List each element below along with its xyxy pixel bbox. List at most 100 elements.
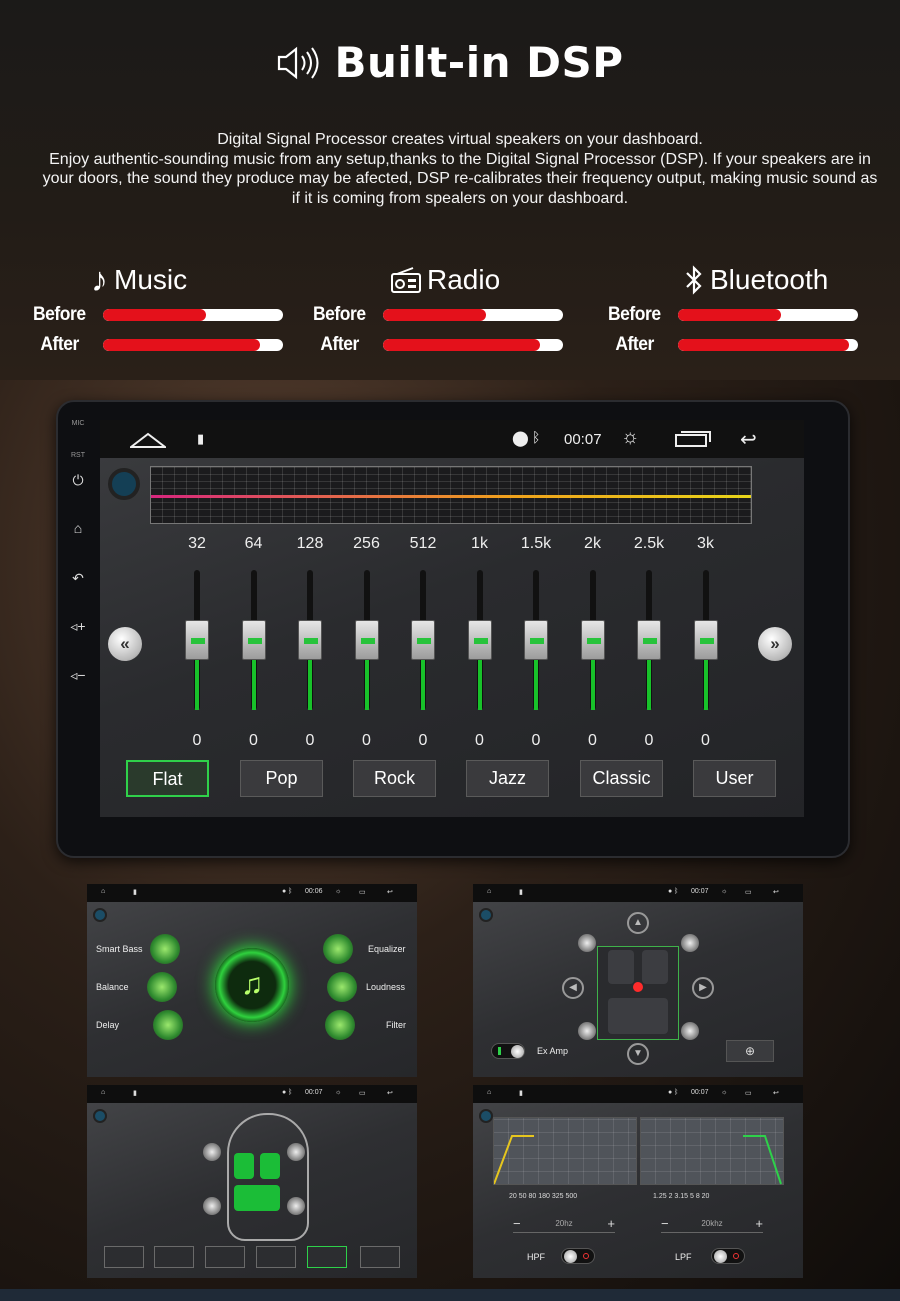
bluetooth-before-fill bbox=[678, 309, 781, 321]
seat-rear bbox=[608, 998, 668, 1034]
promo-header-section: Built-in DSP Digital Signal Processor cr… bbox=[0, 0, 900, 380]
loudness-icon[interactable] bbox=[327, 972, 357, 1002]
preset-jazz-button[interactable]: Jazz bbox=[466, 760, 549, 797]
clock: 00:07 bbox=[691, 888, 709, 895]
balance-label[interactable]: Balance bbox=[96, 982, 129, 992]
smart-bass-label[interactable]: Smart Bass bbox=[96, 944, 143, 954]
preset-flat-button[interactable]: Flat bbox=[126, 760, 209, 797]
app-indicator-dot bbox=[479, 1109, 493, 1123]
seat-rear bbox=[234, 1185, 280, 1211]
ex-amp-label: Ex Amp bbox=[537, 1046, 569, 1056]
mic-label: MIC bbox=[71, 420, 85, 427]
home-outline-icon[interactable] bbox=[130, 432, 166, 448]
home-icon[interactable]: ⌂ bbox=[58, 520, 98, 536]
eq-slider-level bbox=[477, 660, 482, 710]
eq-frequency-label: 2k bbox=[584, 535, 601, 552]
eq-frequency-label: 256 bbox=[353, 535, 380, 552]
seat-front-right bbox=[260, 1153, 280, 1179]
eq-slider-level bbox=[534, 660, 538, 710]
next-arrow-button[interactable]: » bbox=[758, 627, 792, 661]
brightness-icon[interactable]: ☼ bbox=[621, 426, 639, 449]
preset-rock-button[interactable]: Rock bbox=[353, 760, 436, 797]
equalizer-label[interactable]: Equalizer bbox=[368, 944, 406, 954]
radio-before-fill bbox=[383, 309, 486, 321]
right-arrow-button[interactable]: ▶ bbox=[692, 977, 714, 999]
eq-slider-knob[interactable] bbox=[524, 620, 548, 660]
hpf-stepper[interactable]: − 20hz + bbox=[513, 1215, 615, 1233]
user-settings-button[interactable] bbox=[360, 1246, 400, 1268]
volume-down-icon[interactable]: ◃− bbox=[58, 667, 98, 684]
volume-up-icon[interactable]: ◃+ bbox=[58, 618, 98, 635]
ex-amp-toggle[interactable] bbox=[491, 1043, 525, 1059]
eq-slider-knob[interactable] bbox=[637, 620, 661, 660]
rst-label: RST bbox=[71, 452, 85, 459]
radio-title: Radio bbox=[427, 264, 501, 295]
power-icon[interactable]: ⏻ bbox=[58, 472, 98, 489]
lpf-stepper[interactable]: − 20khz + bbox=[661, 1215, 763, 1233]
smart-bass-icon[interactable] bbox=[150, 934, 180, 964]
preset-pop-button[interactable]: Pop bbox=[240, 760, 323, 797]
speaker-rear-right-icon bbox=[681, 1022, 699, 1040]
back-icon[interactable]: ↶ bbox=[58, 570, 98, 587]
seat-front-left bbox=[234, 1153, 254, 1179]
equalizer-icon[interactable] bbox=[323, 934, 353, 964]
eq-slider-level bbox=[364, 660, 369, 710]
page-title: Built-in DSP bbox=[334, 38, 624, 87]
seat-preset-4-button[interactable] bbox=[256, 1246, 296, 1268]
eq-slider-knob[interactable] bbox=[241, 620, 266, 660]
return-icon[interactable]: ↩ bbox=[740, 427, 757, 452]
preset-user-button[interactable]: User bbox=[693, 760, 776, 797]
seat-preset-3-button[interactable] bbox=[205, 1246, 245, 1268]
up-arrow-button[interactable]: ▲ bbox=[627, 912, 649, 934]
lpf-plus-button[interactable]: + bbox=[755, 1216, 763, 1231]
down-arrow-button[interactable]: ▼ bbox=[627, 1043, 649, 1065]
eq-slider-knob[interactable] bbox=[580, 620, 605, 660]
delay-label[interactable]: Delay bbox=[96, 1020, 119, 1030]
lpf-toggle[interactable] bbox=[711, 1248, 745, 1264]
radio-comparison: Radio Before After bbox=[313, 260, 573, 360]
app-indicator-dot bbox=[108, 468, 140, 500]
eq-frequency-label: 2.5k bbox=[633, 535, 665, 552]
seat-preset-1-button[interactable] bbox=[104, 1246, 144, 1268]
seat-preset-5-button[interactable] bbox=[307, 1246, 347, 1268]
left-arrow-button[interactable]: ◀ bbox=[562, 977, 584, 999]
eq-slider-knob[interactable] bbox=[467, 620, 492, 660]
eq-slider-knob[interactable] bbox=[693, 620, 718, 660]
radio-icon bbox=[391, 267, 421, 293]
speaker-sound-icon bbox=[278, 46, 319, 79]
eq-slider-knob[interactable] bbox=[354, 620, 379, 660]
hpf-plus-button[interactable]: + bbox=[607, 1216, 615, 1231]
sound-focus-point[interactable] bbox=[633, 982, 643, 992]
recent-apps-icon[interactable] bbox=[675, 431, 711, 447]
center-target-button[interactable]: ⊕ bbox=[726, 1040, 774, 1062]
before-label: Before bbox=[608, 304, 661, 325]
music-center-icon[interactable]: ♫ bbox=[215, 948, 289, 1022]
bluetooth-after-bar bbox=[678, 339, 858, 351]
filter-icon[interactable] bbox=[325, 1010, 355, 1040]
clock: 00:07 bbox=[305, 1089, 323, 1096]
eq-slider-knob[interactable] bbox=[298, 620, 322, 660]
lpf-curve bbox=[743, 1135, 782, 1185]
hpf-label: HPF bbox=[527, 1252, 545, 1262]
eq-slider-knob[interactable] bbox=[185, 620, 209, 660]
lpf-minus-button[interactable]: − bbox=[661, 1216, 669, 1231]
delay-icon[interactable] bbox=[153, 1010, 183, 1040]
eq-slider-knob[interactable] bbox=[411, 620, 435, 660]
app-indicator-dot bbox=[93, 1109, 107, 1123]
clock: 00:06 bbox=[305, 888, 323, 895]
hpf-minus-button[interactable]: − bbox=[513, 1216, 521, 1231]
eq-band-value: 0 bbox=[305, 732, 315, 749]
eq-frequency-label: 3k bbox=[697, 535, 714, 552]
lpf-ticks: 1.25 2 3.15 5 8 20 bbox=[653, 1193, 710, 1200]
preset-classic-button[interactable]: Classic bbox=[580, 760, 663, 797]
loudness-label[interactable]: Loudness bbox=[366, 982, 405, 992]
previous-arrow-button[interactable]: « bbox=[108, 627, 142, 661]
bluetooth-comparison: Bluetooth Before After bbox=[608, 260, 868, 360]
lpf-value: 20khz bbox=[701, 1219, 723, 1228]
seat-preset-2-button[interactable] bbox=[154, 1246, 194, 1268]
lpf-graph bbox=[640, 1117, 784, 1185]
hpf-toggle[interactable] bbox=[561, 1248, 595, 1264]
eq-frequency-label: 1k bbox=[471, 535, 488, 552]
balance-icon[interactable] bbox=[147, 972, 177, 1002]
filter-label[interactable]: Filter bbox=[386, 1020, 406, 1030]
